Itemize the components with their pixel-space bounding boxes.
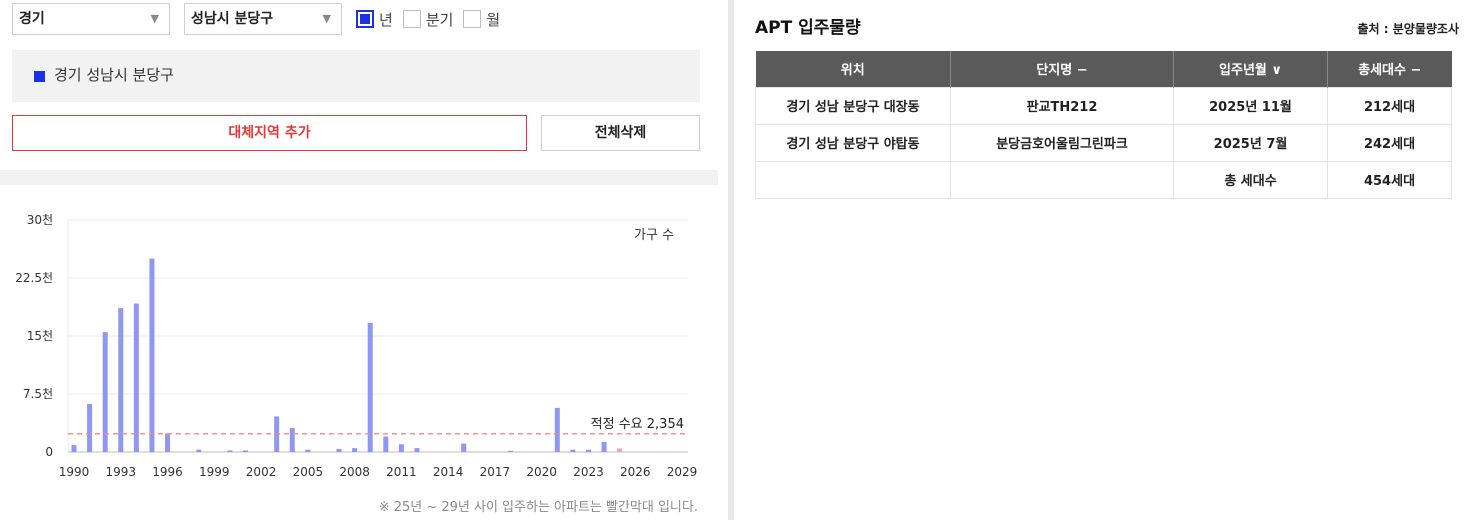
chart-bar (352, 448, 358, 452)
x-tick-label: 2017 (480, 465, 511, 479)
y-tick-label: 7.5천 (23, 386, 53, 401)
chart-bar (617, 448, 623, 452)
chart-bar (165, 433, 171, 452)
chart-bar (118, 308, 124, 452)
chart-bar (289, 428, 295, 452)
table-total-row: 총 세대수 454세대 (755, 160, 1452, 199)
column-complex-name-sort[interactable]: 단지명 − (950, 51, 1174, 87)
table-row: 경기 성남 분당구 대장동 판교TH212 2025년 11월 212세대 (755, 86, 1452, 125)
cell-location: 경기 성남 분당구 야탑동 (755, 123, 951, 162)
chart-bar (71, 445, 77, 452)
chart-bar (601, 441, 607, 452)
series-color-square-icon (34, 71, 45, 82)
selected-region-label: 경기 성남시 분당구 (54, 66, 174, 84)
apt-supply-title: APT 입주물량 (755, 18, 861, 38)
table-row: 경기 성남 분당구 야탑동 분당금호어울림그린파크 2025년 7월 242세대 (755, 123, 1452, 162)
checkbox-year-label: 년 (379, 10, 393, 29)
checkbox-month-label: 월 (486, 10, 501, 29)
cell-empty (950, 160, 1174, 199)
chart-bar (196, 449, 202, 452)
panel-divider[interactable] (728, 0, 734, 520)
x-tick-label: 1996 (152, 465, 183, 479)
x-tick-label: 2020 (526, 465, 557, 479)
district-select[interactable]: 성남시 분당구 ▼ (184, 3, 342, 35)
apt-supply-table: 위치 단지명 − 입주년월 ∨ 총세대수 − 경기 성남 분당구 대장동 판교T… (755, 51, 1452, 199)
supply-bar-chart: 0 7.5천 15천 22.5천 30천 1990 1993 1996 1999 2002 2005… (15, 212, 698, 479)
chart-bar (508, 450, 514, 452)
x-tick-label: 2005 (293, 465, 324, 479)
column-total-units-sort[interactable]: 총세대수 − (1327, 51, 1452, 87)
checkbox-year[interactable] (356, 10, 374, 28)
table-header-row: 위치 단지명 − 입주년월 ∨ 총세대수 − (755, 51, 1452, 87)
chart-bar (87, 404, 93, 452)
cell-complex-name: 분당금호어울림그린파크 (950, 123, 1174, 162)
column-move-in-date-sort[interactable]: 입주년월 ∨ (1173, 51, 1328, 87)
cell-total-units: 242세대 (1327, 123, 1452, 162)
cell-move-in-date: 2025년 7월 (1173, 123, 1328, 162)
selected-region-box: 경기 성남시 분당구 (12, 50, 700, 102)
chevron-down-icon: ▼ (150, 12, 159, 25)
province-select-value: 경기 (19, 11, 45, 27)
cell-empty (755, 160, 951, 199)
chart-bar (133, 303, 139, 452)
x-tick-label: 2023 (573, 465, 604, 479)
x-tick-label: 1993 (105, 465, 136, 479)
district-select-value: 성남시 분당구 (191, 11, 274, 27)
x-tick-label: 2002 (246, 465, 277, 479)
x-tick-label: 2008 (339, 465, 370, 479)
y-tick-label: 0 (45, 445, 53, 459)
x-tick-label: 2029 (667, 465, 698, 479)
checkbox-month[interactable] (463, 10, 482, 28)
province-select[interactable]: 경기 ▼ (12, 3, 170, 35)
y-tick-label: 15천 (27, 328, 53, 343)
y-tick-label: 30천 (27, 212, 53, 227)
total-units-value: 454세대 (1327, 160, 1452, 199)
demand-reference-label: 적정 수요 2,354 (591, 417, 684, 432)
chart-bar (227, 450, 233, 452)
delete-all-button[interactable]: 전체삭제 (541, 115, 700, 151)
x-tick-label: 2014 (433, 465, 464, 479)
column-location: 위치 (755, 51, 951, 87)
page: 경기 ▼ 성남시 분당구 ▼ 년 분기 월 경기 성남시 분당구 대체지역 추가… (0, 0, 1465, 520)
chart-bar (570, 449, 576, 452)
chevron-down-icon: ▼ (322, 12, 331, 25)
series-label: 가구 수 (634, 228, 674, 243)
chart-bar (383, 436, 389, 452)
chart-bar (242, 450, 248, 452)
chart-panel: 경기 ▼ 성남시 분당구 ▼ 년 분기 월 경기 성남시 분당구 대체지역 추가… (0, 0, 725, 520)
chart-bar (585, 449, 591, 452)
chart-bar (398, 444, 404, 452)
cell-total-units: 212세대 (1327, 86, 1452, 125)
data-source-label: 출처 : 분양물량조사 (1357, 22, 1459, 36)
cell-move-in-date: 2025년 11월 (1173, 86, 1328, 125)
chart-bar (336, 448, 342, 452)
chart-footnote: ※ 25년 ~ 29년 사이 입주하는 아파트는 빨간막대 입니다. (378, 500, 698, 515)
total-units-label: 총 세대수 (1173, 160, 1328, 199)
x-tick-label: 1999 (199, 465, 230, 479)
chart-bar (149, 258, 155, 452)
cell-complex-name: 판교TH212 (950, 86, 1174, 125)
checkbox-quarter[interactable] (402, 10, 421, 28)
cell-location: 경기 성남 분당구 대장동 (755, 86, 951, 125)
chart-bar (367, 322, 373, 452)
add-alternative-region-button[interactable]: 대체지역 추가 (12, 115, 527, 151)
section-divider (0, 170, 718, 185)
x-tick-label: 2011 (386, 465, 417, 479)
chart-bar (305, 449, 311, 452)
period-options: 년 분기 월 (356, 7, 510, 31)
chart-bar (414, 448, 420, 452)
y-tick-label: 22.5천 (15, 270, 53, 285)
x-tick-label: 2026 (620, 465, 651, 479)
chart-bar (554, 407, 560, 452)
checkbox-quarter-label: 분기 (425, 10, 454, 29)
chart-bar (461, 443, 467, 452)
x-tick-label: 1990 (59, 465, 90, 479)
